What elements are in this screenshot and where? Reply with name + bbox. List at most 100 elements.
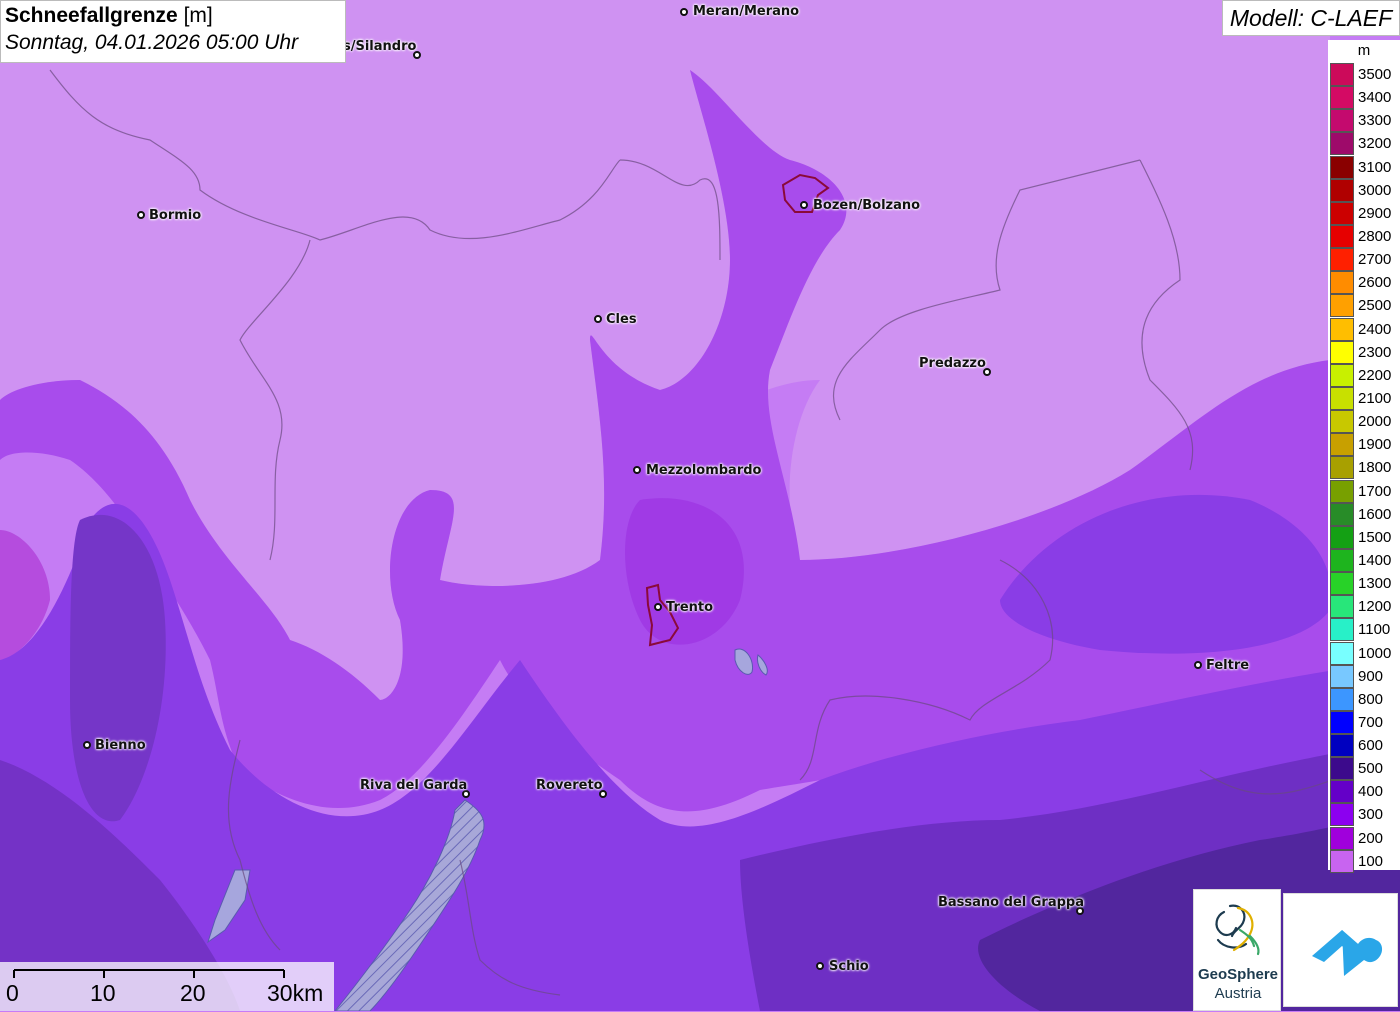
- legend-value: 500: [1358, 760, 1384, 778]
- city-label: Meran/Merano: [693, 4, 800, 19]
- legend-value: 2400: [1358, 320, 1392, 338]
- legend-row: 2400: [1330, 317, 1400, 341]
- legend-swatch: [1330, 155, 1354, 179]
- legend-swatch: [1330, 456, 1354, 480]
- legend-swatch: [1330, 248, 1354, 272]
- legend-swatch: [1330, 548, 1354, 572]
- scale-label-20: 20: [180, 980, 206, 1006]
- legend-swatch: [1330, 363, 1354, 387]
- legend-value: 300: [1358, 806, 1384, 824]
- legend-value: 1500: [1358, 528, 1392, 546]
- city-label: Bormio: [149, 208, 202, 223]
- legend-value: 1700: [1358, 482, 1392, 500]
- legend-swatch: [1330, 224, 1354, 248]
- legend-swatch: [1330, 294, 1354, 318]
- legend-row: 600: [1330, 734, 1400, 758]
- legend-unit: m: [1357, 42, 1371, 59]
- legend-row: 1300: [1330, 572, 1400, 596]
- city-dot: [137, 211, 145, 219]
- legend-row: 1100: [1330, 618, 1400, 642]
- legend-row: 2700: [1330, 248, 1400, 272]
- legend-row: 400: [1330, 780, 1400, 804]
- city-dot: [83, 741, 91, 749]
- snowfall-line-map[interactable]: [0, 0, 1400, 1011]
- legend-value: 1900: [1358, 436, 1392, 454]
- legend-value: 100: [1358, 852, 1384, 870]
- weather-app-logo[interactable]: [1283, 893, 1398, 1007]
- legend-swatch: [1330, 687, 1354, 711]
- legend-swatch: [1330, 572, 1354, 596]
- legend-value: 200: [1358, 829, 1384, 847]
- legend-value: 1800: [1358, 459, 1392, 477]
- legend-row: 1600: [1330, 502, 1400, 526]
- legend-swatch: [1330, 757, 1354, 781]
- legend-value: 1300: [1358, 575, 1392, 593]
- legend-row: 1800: [1330, 456, 1400, 480]
- legend-swatch: [1330, 641, 1354, 665]
- city-dot: [654, 603, 662, 611]
- legend-row: 2500: [1330, 294, 1400, 318]
- title-unit: [m]: [183, 4, 213, 27]
- city-label: Cles: [606, 312, 637, 327]
- legend-value: 3500: [1358, 66, 1392, 83]
- legend-value: 2900: [1358, 204, 1392, 222]
- legend-swatch: [1330, 502, 1354, 526]
- legend-value: 3300: [1358, 112, 1392, 130]
- city-dot: [1194, 661, 1202, 669]
- legend-value: 900: [1358, 667, 1384, 685]
- city-label: s/Silandro: [343, 39, 417, 54]
- legend-value: 1200: [1358, 598, 1392, 616]
- legend-row: 1000: [1330, 641, 1400, 665]
- legend-row: 1400: [1330, 548, 1400, 572]
- geosphere-logo-text: GeoSphere: [1197, 966, 1279, 983]
- legend-value: 1600: [1358, 505, 1392, 523]
- legend-swatch: [1330, 317, 1354, 341]
- legend-row: 300: [1330, 803, 1400, 827]
- legend-value: 1000: [1358, 644, 1392, 662]
- legend-row: 1700: [1330, 479, 1400, 503]
- legend-row: 900: [1330, 664, 1400, 688]
- legend-value: 2500: [1358, 297, 1392, 315]
- legend-swatch: [1330, 109, 1354, 133]
- legend-row: 700: [1330, 710, 1400, 734]
- legend-value: 2300: [1358, 343, 1392, 361]
- legend-swatch: [1330, 63, 1354, 86]
- legend-swatch: [1330, 201, 1354, 225]
- scale-label-10: 10: [90, 980, 116, 1006]
- legend-swatch: [1330, 849, 1354, 873]
- legend-row: 3500: [1330, 63, 1400, 86]
- city-label: Rovereto: [536, 778, 603, 793]
- geosphere-emblem-icon: [1215, 904, 1260, 956]
- legend-value: 800: [1358, 690, 1384, 708]
- legend-row: 2600: [1330, 271, 1400, 295]
- legend-swatch: [1330, 710, 1354, 734]
- legend-row: 1500: [1330, 525, 1400, 549]
- legend-row: 800: [1330, 687, 1400, 711]
- legend-swatch: [1330, 595, 1354, 619]
- city-dot: [633, 466, 641, 474]
- legend-swatch: [1330, 178, 1354, 202]
- legend-value: 700: [1358, 713, 1384, 731]
- legend-value: 2600: [1358, 274, 1392, 292]
- city-label: Predazzo: [919, 356, 986, 371]
- legend-row: 2200: [1330, 363, 1400, 387]
- legend-value: 3400: [1358, 89, 1392, 107]
- legend-swatch: [1330, 410, 1354, 434]
- legend-row: 3200: [1330, 132, 1400, 156]
- legend-value: 2000: [1358, 413, 1392, 431]
- legend-swatch: [1330, 271, 1354, 295]
- legend-swatch: [1330, 86, 1354, 110]
- legend-value: 1400: [1358, 551, 1392, 569]
- legend-swatch: [1330, 479, 1354, 503]
- geosphere-logo[interactable]: GeoSphere Austria: [1193, 889, 1281, 1011]
- legend-row: 2300: [1330, 340, 1400, 364]
- city-label: Schio: [829, 959, 869, 974]
- legend-value: 2700: [1358, 251, 1392, 269]
- map-title-box: Schneefallgrenze [m] Sonntag, 04.01.2026…: [0, 0, 346, 63]
- city-label: Trento: [666, 600, 714, 615]
- legend-row: 3100: [1330, 155, 1400, 179]
- forecast-date: Sonntag, 04.01.2026 05:00 Uhr: [5, 31, 299, 54]
- city-dot: [800, 201, 808, 209]
- city-dot: [816, 962, 824, 970]
- legend-row: 500: [1330, 757, 1400, 781]
